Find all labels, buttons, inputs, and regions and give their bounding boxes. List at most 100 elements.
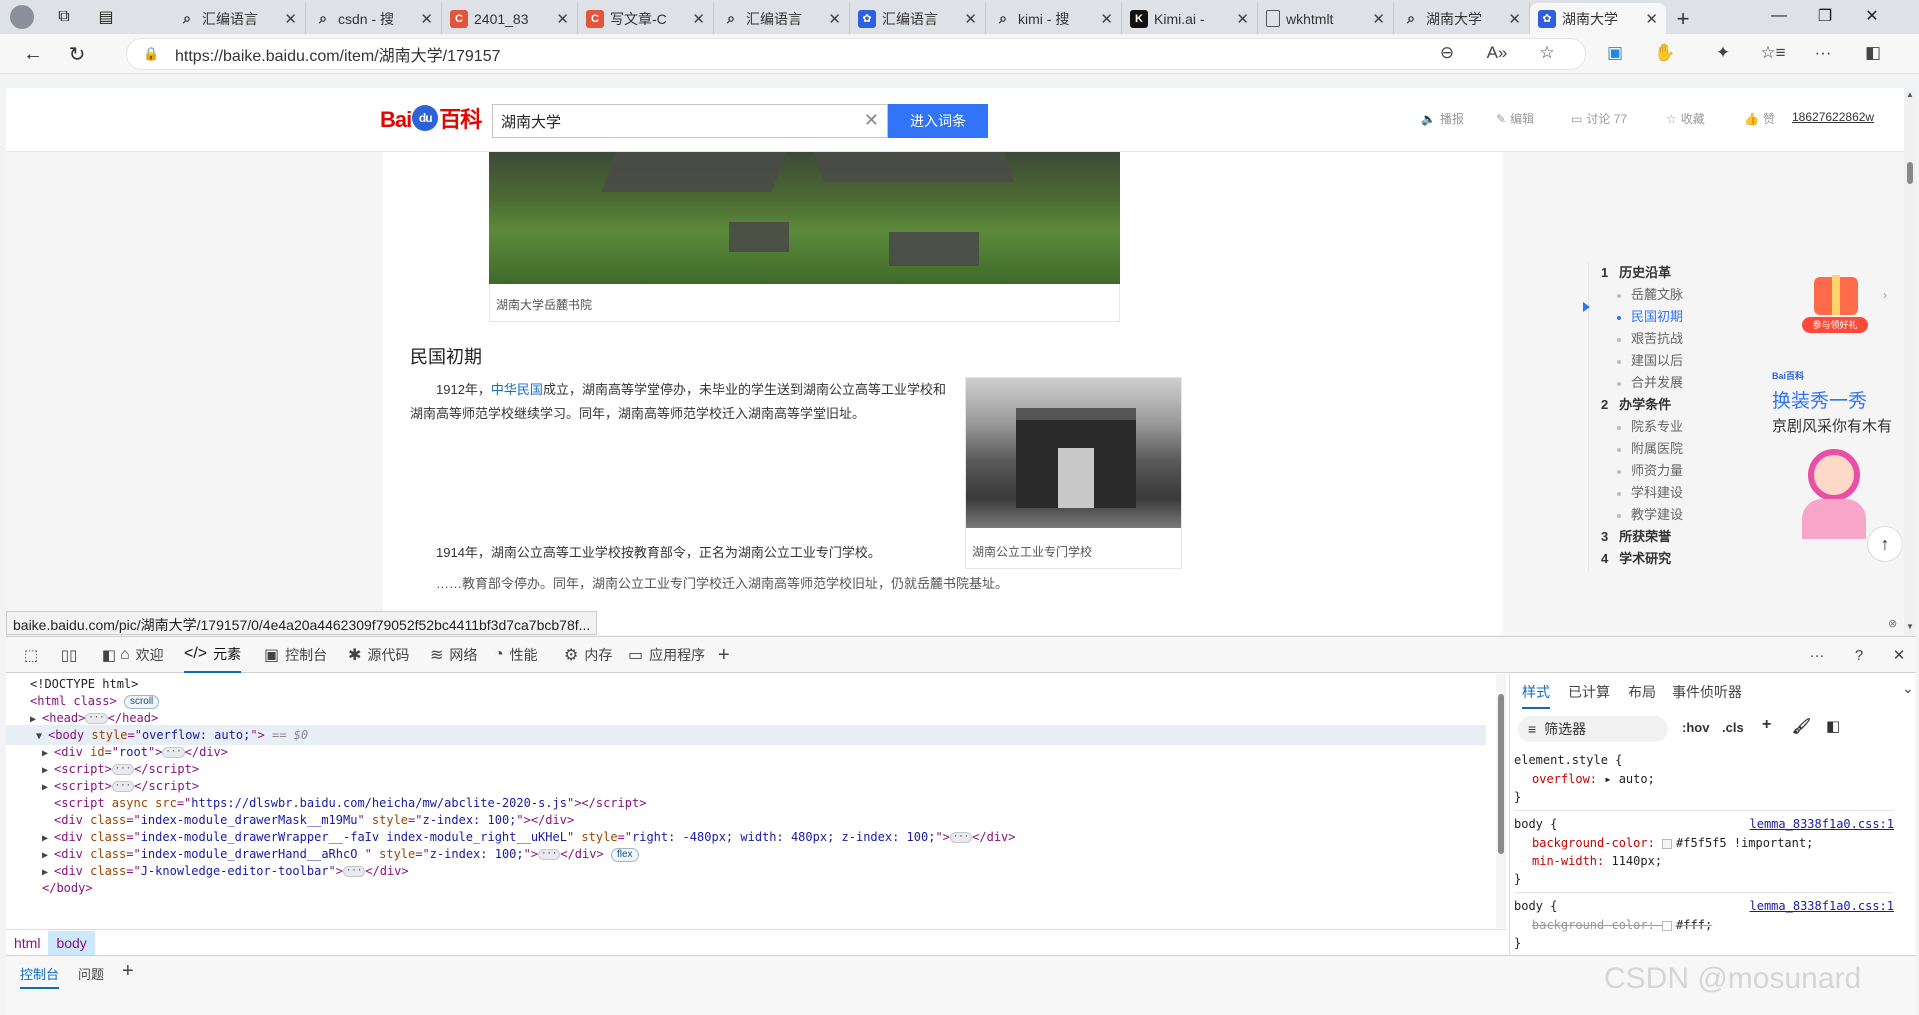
profile-avatar[interactable]	[8, 4, 36, 30]
devtools-help-button[interactable]: ?	[1848, 644, 1870, 666]
toc-item[interactable]: 岳麓文脉	[1617, 284, 1683, 303]
tab-close-icon[interactable]: ✕	[692, 10, 705, 28]
photo-figure[interactable]: 湖南公立工业专门学校	[965, 377, 1182, 569]
expand-arrow-icon[interactable]: ▶	[42, 778, 54, 798]
script-src-value[interactable]: https://dlswbr.baidu.com/heicha/mw/abcli…	[191, 796, 567, 810]
enter-entry-button[interactable]: 进入词条	[888, 104, 988, 138]
style-property[interactable]: overflow: ▸ auto;	[1514, 770, 1894, 788]
breadcrumb-item[interactable]: html	[6, 931, 48, 955]
scrollbar-thumb[interactable]	[1907, 162, 1913, 184]
tab-close-icon[interactable]: ✕	[1508, 10, 1521, 28]
extensions-button[interactable]: ✦	[1708, 38, 1738, 68]
browser-tab[interactable]: ⌕ 湖南大学 ✕	[1394, 3, 1530, 34]
devtools-close-button[interactable]: ✕	[1888, 644, 1910, 666]
device-toolbar-button[interactable]: ▯▯	[58, 644, 80, 666]
style-rule[interactable]: element.style {overflow: ▸ auto;}	[1514, 750, 1894, 811]
browser-tab[interactable]: ✿ 汇编语言 ✕	[850, 3, 986, 34]
play-button[interactable]: 🔈 播报	[1421, 110, 1464, 127]
styles-tab[interactable]: 样式	[1522, 682, 1550, 709]
zoom-button[interactable]: ⊖	[1432, 38, 1462, 68]
drawer-tab[interactable]: 控制台	[20, 964, 60, 989]
workspaces-button[interactable]: ⧉	[50, 4, 78, 30]
collect-button[interactable]: ☆ 收藏	[1666, 110, 1705, 127]
dom-node-body-close[interactable]: </body>	[42, 878, 93, 898]
scroll-down-icon[interactable]: ▼	[1906, 622, 1914, 631]
toc-item[interactable]: 艰苦抗战	[1617, 328, 1683, 347]
tab-actions-button[interactable]: ▤	[92, 4, 120, 30]
promo-collapse-icon[interactable]: ›	[1883, 288, 1887, 302]
toc-item[interactable]: 学科建设	[1617, 482, 1683, 501]
browser-tab[interactable]: ⌕ 汇编语言 ✕	[714, 3, 850, 34]
toc-heading[interactable]: 2 办学条件	[1601, 394, 1671, 413]
minimize-button[interactable]: —	[1757, 3, 1801, 29]
scroll-up-icon[interactable]: ▲	[1906, 90, 1914, 99]
toc-item[interactable]: 合并发展	[1617, 372, 1683, 391]
style-property[interactable]: background-color: #fff;	[1514, 916, 1894, 934]
styles-tab[interactable]: 已计算	[1568, 682, 1610, 702]
school-gate-photo[interactable]	[966, 378, 1181, 528]
inspect-button[interactable]: ⬚	[20, 644, 42, 666]
edit-button[interactable]: ✎ 编辑	[1496, 110, 1534, 127]
ellipsis-icon[interactable]: ···	[343, 866, 366, 877]
devtools-tab-memory[interactable]: ⚙ 内存	[564, 637, 612, 673]
toc-item[interactable]: 教学建设	[1617, 504, 1683, 523]
toc-item[interactable]: 民国初期	[1617, 306, 1683, 325]
page-scrollbar[interactable]: ▲ ▼	[1904, 88, 1916, 635]
devtools-tab-bug[interactable]: ✱ 源代码	[348, 637, 409, 673]
tab-close-icon[interactable]: ✕	[1645, 10, 1658, 28]
devtools-add-tab-button[interactable]: +	[718, 637, 730, 673]
baike-logo[interactable]: Bai du 百科	[380, 102, 482, 134]
browser-tab[interactable]: ⌕ csdn - 搜 ✕	[306, 3, 442, 34]
color-swatch[interactable]	[1662, 920, 1673, 931]
browser-tab[interactable]: C 2401_83 ✕	[442, 3, 578, 34]
extension-button-2[interactable]: ✋	[1650, 38, 1680, 68]
restore-button[interactable]: ❐	[1803, 3, 1847, 29]
tab-close-icon[interactable]: ✕	[828, 10, 841, 28]
toc-item[interactable]: 附属医院	[1617, 438, 1683, 457]
close-window-button[interactable]: ✕	[1850, 3, 1894, 29]
toc-heading[interactable]: 3 所获荣誉	[1601, 526, 1671, 545]
tab-close-icon[interactable]: ✕	[1372, 10, 1385, 28]
styles-filter-input[interactable]: ≡ 筛选器	[1518, 716, 1668, 742]
clear-icon[interactable]: ✕	[864, 110, 879, 131]
style-property[interactable]: min-width: 1140px;	[1514, 852, 1894, 870]
ellipsis-icon[interactable]: ···	[949, 832, 973, 843]
drawer-tab[interactable]: 问题	[78, 964, 104, 987]
breadcrumb-item[interactable]: body	[48, 930, 95, 955]
devtools-tab-code[interactable]: </> 元素	[184, 637, 242, 673]
chevron-down-icon[interactable]: ⌄	[1902, 680, 1914, 697]
tab-close-icon[interactable]: ✕	[420, 10, 433, 28]
elements-scrollbar[interactable]	[1496, 674, 1506, 928]
styles-tab[interactable]: 事件侦听器	[1672, 682, 1742, 702]
sidebar-toggle-button[interactable]: ◧	[1858, 38, 1888, 68]
favorites-button[interactable]: ☆≡	[1758, 38, 1788, 68]
promo-close-icon[interactable]: ⊗	[1888, 617, 1897, 630]
browser-tab[interactable]: ⌕ kimi - 搜 ✕	[986, 3, 1122, 34]
browser-tab[interactable]: wkhtmlt ✕	[1258, 3, 1394, 34]
toc-item[interactable]: 院系专业	[1617, 416, 1683, 435]
tab-close-icon[interactable]: ✕	[1100, 10, 1113, 28]
color-swatch[interactable]	[1662, 838, 1673, 849]
scrollbar-thumb[interactable]	[1498, 694, 1504, 854]
user-link[interactable]: 18627622862w	[1792, 110, 1874, 124]
ellipsis-icon[interactable]: ···	[111, 764, 135, 775]
tab-close-icon[interactable]: ✕	[556, 10, 569, 28]
scroll-badge[interactable]: scroll	[123, 694, 160, 709]
devtools-tab-application[interactable]: ▭ 应用程序	[628, 637, 705, 673]
devtools-tab-wifi[interactable]: ≋ 网络	[430, 637, 477, 673]
new-rule-icon[interactable]: +	[1762, 716, 1771, 734]
dock-button[interactable]: ◧	[98, 644, 120, 666]
paint-icon[interactable]: 🖌	[1792, 717, 1811, 735]
republic-link[interactable]: 中华民国	[491, 382, 543, 397]
favorite-button[interactable]: ☆	[1532, 38, 1562, 68]
devtools-tab-performance[interactable]: ◔ 性能	[494, 637, 538, 673]
style-property[interactable]: background-color: #f5f5f5 !important;	[1514, 834, 1894, 852]
ellipsis-icon[interactable]: ···	[111, 781, 135, 792]
browser-tab[interactable]: C 写文章-C ✕	[578, 3, 714, 34]
dom-node-editor-toolbar[interactable]: ▶ <div class="J-knowledge-editor-toolbar"…	[42, 861, 409, 881]
browser-tab[interactable]: ⌕ 汇编语言 ✕	[170, 3, 306, 34]
read-aloud-button[interactable]: A»	[1482, 38, 1512, 68]
rule-source-link[interactable]: lemma_8338f1a0.css:1	[1750, 896, 1895, 916]
tab-close-icon[interactable]: ✕	[1236, 10, 1249, 28]
url-text[interactable]: https://baike.baidu.com/item/湖南大学/179157	[175, 42, 501, 66]
